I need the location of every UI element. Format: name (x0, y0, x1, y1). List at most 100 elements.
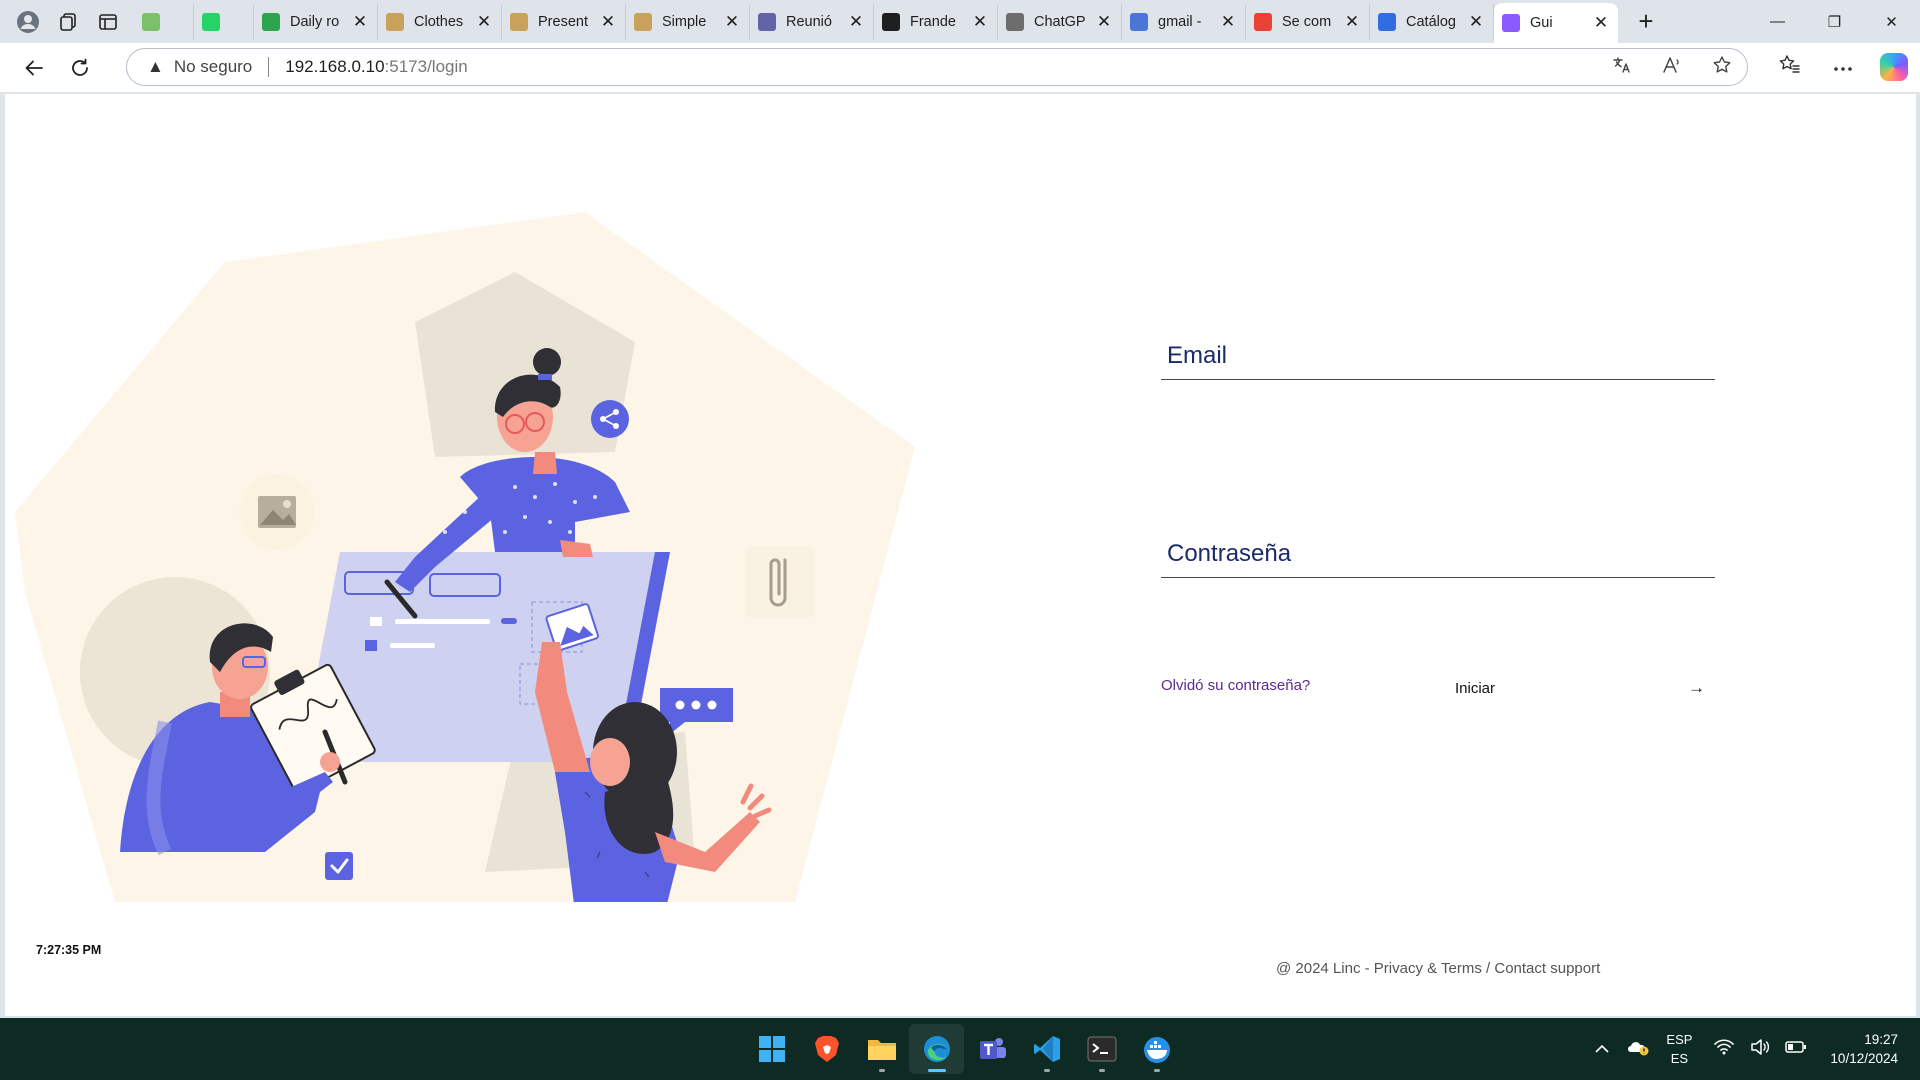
window-controls: — ❐ ✕ (1749, 0, 1920, 43)
browser-tab[interactable]: ChatGP ✕ (998, 3, 1122, 40)
email-field[interactable]: Email (1161, 332, 1715, 380)
close-tab-icon[interactable]: ✕ (599, 12, 617, 32)
chevron-up-icon[interactable] (1584, 1041, 1620, 1058)
browser-tab[interactable]: Se com ✕ (1246, 3, 1370, 40)
browser-tab[interactable]: gmail - ✕ (1122, 3, 1246, 40)
url-path: :5173/login (384, 57, 468, 76)
close-tab-icon[interactable]: ✕ (723, 12, 741, 32)
favorites-icon[interactable] (1762, 54, 1816, 80)
windows-start-icon[interactable] (744, 1024, 799, 1074)
teams-icon[interactable] (964, 1024, 1019, 1074)
browser-tab[interactable]: Frande ✕ (874, 3, 998, 40)
minimize-button[interactable]: — (1749, 0, 1806, 43)
back-arrow-icon (25, 60, 43, 75)
translate-icon[interactable] (1597, 56, 1647, 79)
running-indicator (1153, 1069, 1160, 1072)
close-tab-icon[interactable]: ✕ (1343, 12, 1361, 32)
windows-taskbar: ESP ES 19:27 10/12/2024 (0, 1018, 1920, 1080)
gmail-icon (1254, 12, 1272, 31)
back-button[interactable] (15, 49, 53, 87)
close-window-button[interactable]: ✕ (1863, 0, 1920, 43)
email-label: Email (1167, 342, 1228, 369)
browser-toolbar: ▲ No seguro 192.168.0.10:5173/login (0, 43, 1920, 92)
close-tab-icon[interactable]: ✕ (1467, 12, 1485, 32)
profile-icon[interactable] (10, 4, 46, 40)
collections-icon[interactable] (50, 4, 86, 40)
tab-title: Reunió (786, 13, 832, 30)
close-tab-icon[interactable]: ✕ (351, 12, 369, 32)
login-button-label: Iniciar (1455, 679, 1496, 697)
tab-actions-icon[interactable] (90, 4, 126, 40)
more-options-icon[interactable] (1816, 56, 1870, 78)
close-tab-icon[interactable]: ✕ (847, 12, 865, 32)
checkbox-icon (325, 852, 353, 880)
chatgpt-icon (1006, 12, 1024, 31)
running-indicator (927, 1069, 946, 1072)
close-tab-icon[interactable]: ✕ (1095, 12, 1113, 32)
password-label: Contraseña (1167, 540, 1292, 567)
volume-icon[interactable] (1742, 1039, 1778, 1059)
login-form: Email Contraseña Olvidó su contraseña? I… (1161, 332, 1717, 704)
terminal-icon[interactable] (1074, 1024, 1129, 1074)
arrow-right-icon: → (1688, 678, 1705, 697)
browser-tab[interactable]: Catálog ✕ (1370, 3, 1494, 40)
new-tab-button[interactable]: + (1626, 4, 1666, 40)
system-tray: ESP ES 19:27 10/12/2024 (1584, 1018, 1920, 1080)
tab-title: Frande (910, 13, 956, 30)
tab-title: Clothes (414, 13, 464, 30)
wifi-icon[interactable] (1706, 1039, 1742, 1059)
close-tab-icon[interactable]: ✕ (475, 12, 493, 32)
file-explorer-icon[interactable] (854, 1024, 909, 1074)
forgot-password-link[interactable]: Olvidó su contraseña? (1161, 677, 1310, 694)
language-code: ESP (1666, 1032, 1693, 1047)
login-button[interactable]: Iniciar → (1451, 672, 1713, 704)
close-tab-icon[interactable]: ✕ (971, 12, 989, 32)
docker-icon[interactable] (1129, 1024, 1184, 1074)
battery-icon[interactable] (1778, 1040, 1814, 1058)
browser-tab[interactable]: Daily ro ✕ (254, 3, 378, 40)
browser-tab[interactable]: Reunió ✕ (750, 3, 874, 40)
contact-support-link[interactable]: Contact support (1494, 960, 1600, 977)
browser-tab[interactable] (134, 3, 194, 40)
search-icon (1130, 12, 1148, 31)
language-indicator[interactable]: ESP ES (1666, 1030, 1692, 1068)
address-bar[interactable]: ▲ No seguro 192.168.0.10:5173/login (126, 48, 1748, 86)
maximize-button[interactable]: ❐ (1806, 0, 1863, 43)
brave-icon[interactable] (799, 1024, 854, 1074)
privacy-terms-link[interactable]: Privacy & Terms (1374, 960, 1482, 977)
tab-list: Daily ro ✕ Clothes ✕ Present ✕ Simple ✕ Reunió ✕ F… (134, 0, 1618, 43)
vscode-icon[interactable] (1019, 1024, 1074, 1074)
edge-icon[interactable] (909, 1024, 964, 1074)
running-indicator (1098, 1069, 1105, 1072)
browser-tab[interactable]: Present ✕ (502, 3, 626, 40)
warning-icon[interactable]: ▲ (147, 57, 164, 77)
reload-icon (72, 58, 88, 76)
form-actions: Olvidó su contraseña? Iniciar → (1161, 672, 1717, 704)
doc-icon (386, 12, 404, 31)
url-text[interactable]: 192.168.0.10:5173/login (285, 57, 467, 77)
security-label[interactable]: No seguro (174, 57, 252, 77)
onedrive-warning-icon[interactable] (1620, 1038, 1656, 1060)
maps-icon (142, 12, 160, 31)
tab-title: Gui (1530, 15, 1553, 31)
tab-title: gmail - (1158, 13, 1202, 30)
read-aloud-icon[interactable] (1647, 56, 1697, 79)
reload-button[interactable] (61, 49, 99, 87)
tab-title: ChatGP (1034, 13, 1086, 30)
check-icon (262, 12, 280, 31)
password-field[interactable]: Contraseña (1161, 530, 1715, 578)
close-tab-icon[interactable]: ✕ (1219, 12, 1237, 32)
favorite-star-icon[interactable] (1697, 55, 1747, 80)
browser-tab[interactable]: Clothes ✕ (378, 3, 502, 40)
clock-date[interactable]: 19:27 10/12/2024 (1830, 1030, 1898, 1068)
tab-title: Catálog (1406, 13, 1456, 30)
browser-tab[interactable] (194, 3, 254, 40)
taskbar-apps (744, 1018, 1184, 1080)
copilot-icon[interactable] (1880, 53, 1908, 81)
running-indicator (878, 1069, 885, 1072)
page-clock: 7:27:35 PM (36, 943, 102, 957)
browser-tab[interactable]: Gui ✕ (1494, 3, 1618, 43)
close-tab-icon[interactable]: ✕ (1592, 13, 1610, 33)
whatsapp-icon (202, 12, 220, 31)
browser-tab[interactable]: Simple ✕ (626, 3, 750, 40)
